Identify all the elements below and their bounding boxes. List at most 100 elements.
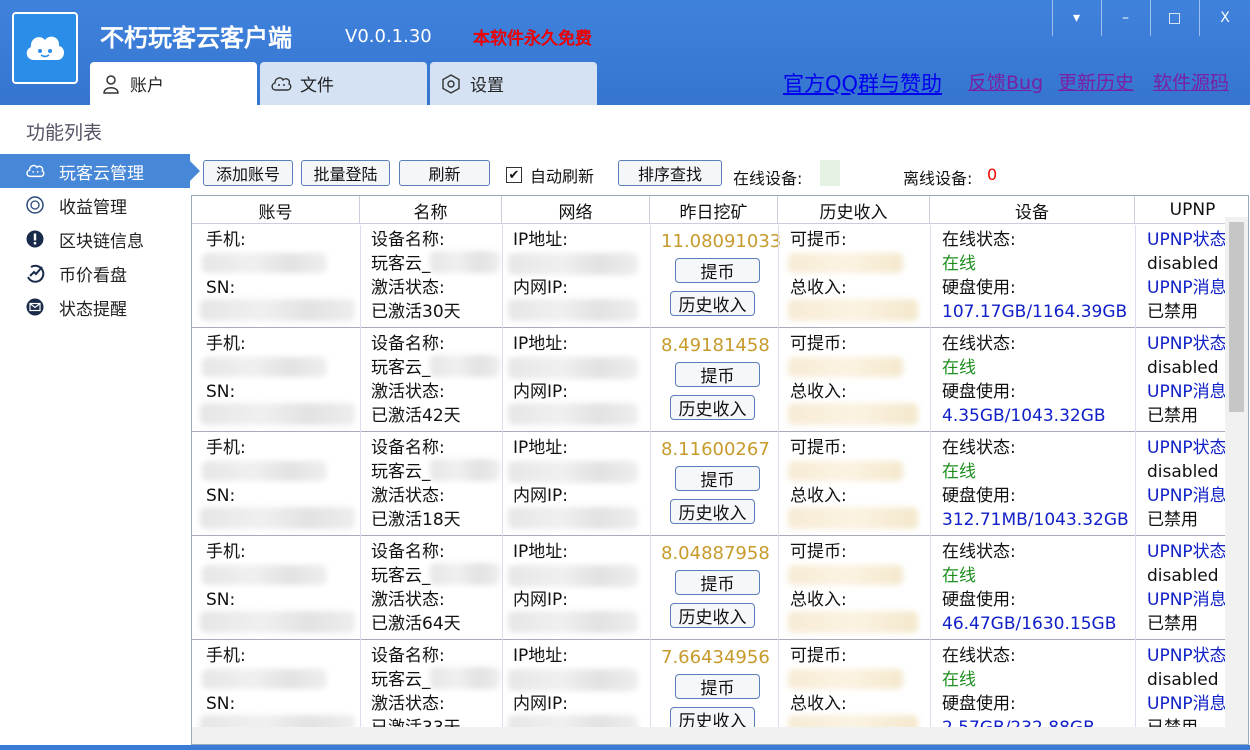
sn-label: SN: xyxy=(206,694,236,714)
mail-icon xyxy=(24,296,46,318)
upnp-status-value: disabled xyxy=(1147,670,1219,690)
sn-label: SN: xyxy=(206,278,236,298)
history-income-button[interactable]: 历史收入 xyxy=(670,291,755,316)
upnp-status-label: UPNP状态 xyxy=(1147,542,1227,562)
column-header-network[interactable]: 网络 xyxy=(502,196,650,224)
cloud-icon xyxy=(270,73,292,95)
history-income-button[interactable]: 历史收入 xyxy=(670,603,755,628)
withdrawable-label: 可提币: xyxy=(790,438,847,458)
redacted-total-income xyxy=(788,507,918,529)
minimize-button[interactable]: – xyxy=(1101,0,1149,36)
column-divider xyxy=(650,225,651,744)
redacted-withdrawable xyxy=(788,565,903,585)
menu-arrow-icon: ▾ xyxy=(1072,10,1081,26)
checkmark-icon[interactable]: ✔ xyxy=(506,167,522,183)
upnp-message-label: UPNP消息 xyxy=(1147,590,1227,610)
add-account-button[interactable]: 添加账号 xyxy=(203,160,293,186)
tab-files[interactable]: 文件 xyxy=(260,62,427,105)
tab-settings[interactable]: 设置 xyxy=(430,62,597,105)
activation-label: 激活状态: xyxy=(371,382,445,402)
table-row[interactable]: 手机: SN: 设备名称: 玩客云_ 激活状态: 已激活30天 IP地址: 内网IP: 11.0… xyxy=(192,225,1232,328)
ip-label: IP地址: xyxy=(513,334,568,354)
tab-label: 账户 xyxy=(130,76,164,96)
upnp-status-value: disabled xyxy=(1147,254,1219,274)
phone-label: 手机: xyxy=(206,438,246,458)
column-header-yesterday-mining[interactable]: 昨日挖矿 xyxy=(650,196,778,224)
column-header-device[interactable]: 设备 xyxy=(930,196,1135,224)
online-status-label: 在线状态: xyxy=(942,646,1016,666)
column-header-account[interactable]: 账号 xyxy=(192,196,360,224)
grid-header: 账号 名称 网络 昨日挖矿 历史收入 设备 UPNP xyxy=(192,196,1248,224)
withdraw-button[interactable]: 提币 xyxy=(675,258,760,283)
redacted-withdrawable xyxy=(788,357,903,377)
refresh-button[interactable]: 刷新 xyxy=(399,160,490,186)
redacted-ip xyxy=(508,461,638,483)
dropdown-menu-button[interactable]: ▾ xyxy=(1052,0,1100,36)
sort-search-button[interactable]: 排序查找 xyxy=(618,160,722,186)
online-status-value: 在线 xyxy=(942,462,976,482)
phone-label: 手机: xyxy=(206,542,246,562)
scrollbar-thumb[interactable] xyxy=(1229,222,1244,412)
yesterday-mining-value: 8.11600267 xyxy=(661,439,770,460)
qq-group-link[interactable]: 官方QQ群与赞助 xyxy=(783,68,942,98)
sn-label: SN: xyxy=(206,486,236,506)
device-name-label: 设备名称: xyxy=(371,438,445,458)
sidebar-item-blockchain-info[interactable]: 区块链信息 xyxy=(0,222,190,256)
withdraw-button[interactable]: 提币 xyxy=(675,570,760,595)
vertical-scrollbar[interactable] xyxy=(1225,217,1248,744)
upnp-message-label: UPNP消息 xyxy=(1147,694,1227,714)
auto-refresh-checkbox[interactable]: ✔ 自动刷新 xyxy=(506,163,594,187)
device-name-prefix: 玩客云_ xyxy=(371,358,431,378)
upnp-message-label: UPNP消息 xyxy=(1147,382,1227,402)
activation-label: 激活状态: xyxy=(371,590,445,610)
withdraw-button[interactable]: 提币 xyxy=(675,466,760,491)
withdrawable-label: 可提币: xyxy=(790,542,847,562)
batch-login-button[interactable]: 批量登陆 xyxy=(301,160,390,186)
activation-value: 已激活18天 xyxy=(371,510,461,530)
settings-icon xyxy=(440,73,462,95)
close-button[interactable]: X xyxy=(1199,0,1250,36)
user-icon xyxy=(100,73,122,95)
device-name-prefix: 玩客云_ xyxy=(371,566,431,586)
sidebar-item-wanke-management[interactable]: 玩客云管理 xyxy=(0,154,200,188)
redacted-lan-ip xyxy=(508,507,638,529)
ip-label: IP地址: xyxy=(513,438,568,458)
disk-usage-value: 46.47GB/1630.15GB xyxy=(942,614,1117,634)
yesterday-mining-value: 11.08091033 xyxy=(661,231,782,252)
yesterday-mining-value: 7.66434956 xyxy=(661,647,770,668)
upnp-status-label: UPNP状态 xyxy=(1147,438,1227,458)
redacted-ip xyxy=(508,669,638,691)
redacted-sn xyxy=(200,299,355,321)
withdraw-button[interactable]: 提币 xyxy=(675,362,760,387)
feedback-bug-link[interactable]: 反馈Bug xyxy=(968,68,1043,95)
yesterday-mining-value: 8.49181458 xyxy=(661,335,770,356)
column-header-name[interactable]: 名称 xyxy=(360,196,502,224)
sidebar-item-status-alert[interactable]: 状态提醒 xyxy=(0,290,190,324)
history-income-button[interactable]: 历史收入 xyxy=(670,499,755,524)
horizontal-scrollbar[interactable] xyxy=(192,727,1225,744)
withdrawable-label: 可提币: xyxy=(790,334,847,354)
update-history-link[interactable]: 更新历史 xyxy=(1058,68,1134,95)
redacted-withdrawable xyxy=(788,669,903,689)
sn-label: SN: xyxy=(206,382,236,402)
table-row[interactable]: 手机: SN: 设备名称: 玩客云_ 激活状态: 已激活42天 IP地址: 内网IP: 8.49… xyxy=(192,329,1232,432)
tab-account[interactable]: 账户 xyxy=(90,62,257,105)
column-header-history-income[interactable]: 历史收入 xyxy=(778,196,930,224)
table-row[interactable]: 手机: SN: 设备名称: 玩客云_ 激活状态: 已激活64天 IP地址: 内网IP: 8.04… xyxy=(192,537,1232,640)
online-status-label: 在线状态: xyxy=(942,438,1016,458)
sidebar-item-revenue[interactable]: 收益管理 xyxy=(0,188,190,222)
redacted-device-name xyxy=(430,563,500,585)
sidebar-item-price-watch[interactable]: 币价看盘 xyxy=(0,256,190,290)
maximize-button[interactable]: □ xyxy=(1150,0,1198,36)
device-grid: 账号 名称 网络 昨日挖矿 历史收入 设备 UPNP 手机: SN: 设备名称: 玩客… xyxy=(191,195,1249,745)
device-name-prefix: 玩客云_ xyxy=(371,254,431,274)
upnp-message-label: UPNP消息 xyxy=(1147,486,1227,506)
chart-icon xyxy=(24,262,46,284)
device-name-label: 设备名称: xyxy=(371,230,445,250)
history-income-button[interactable]: 历史收入 xyxy=(670,395,755,420)
withdraw-button[interactable]: 提币 xyxy=(675,674,760,699)
table-row[interactable]: 手机: SN: 设备名称: 玩客云_ 激活状态: 已激活18天 IP地址: 内网IP: 8.11… xyxy=(192,433,1232,536)
activation-value: 已激活42天 xyxy=(371,406,461,426)
sidebar-item-label: 区块链信息 xyxy=(59,231,144,252)
source-code-link[interactable]: 软件源码 xyxy=(1153,68,1229,95)
